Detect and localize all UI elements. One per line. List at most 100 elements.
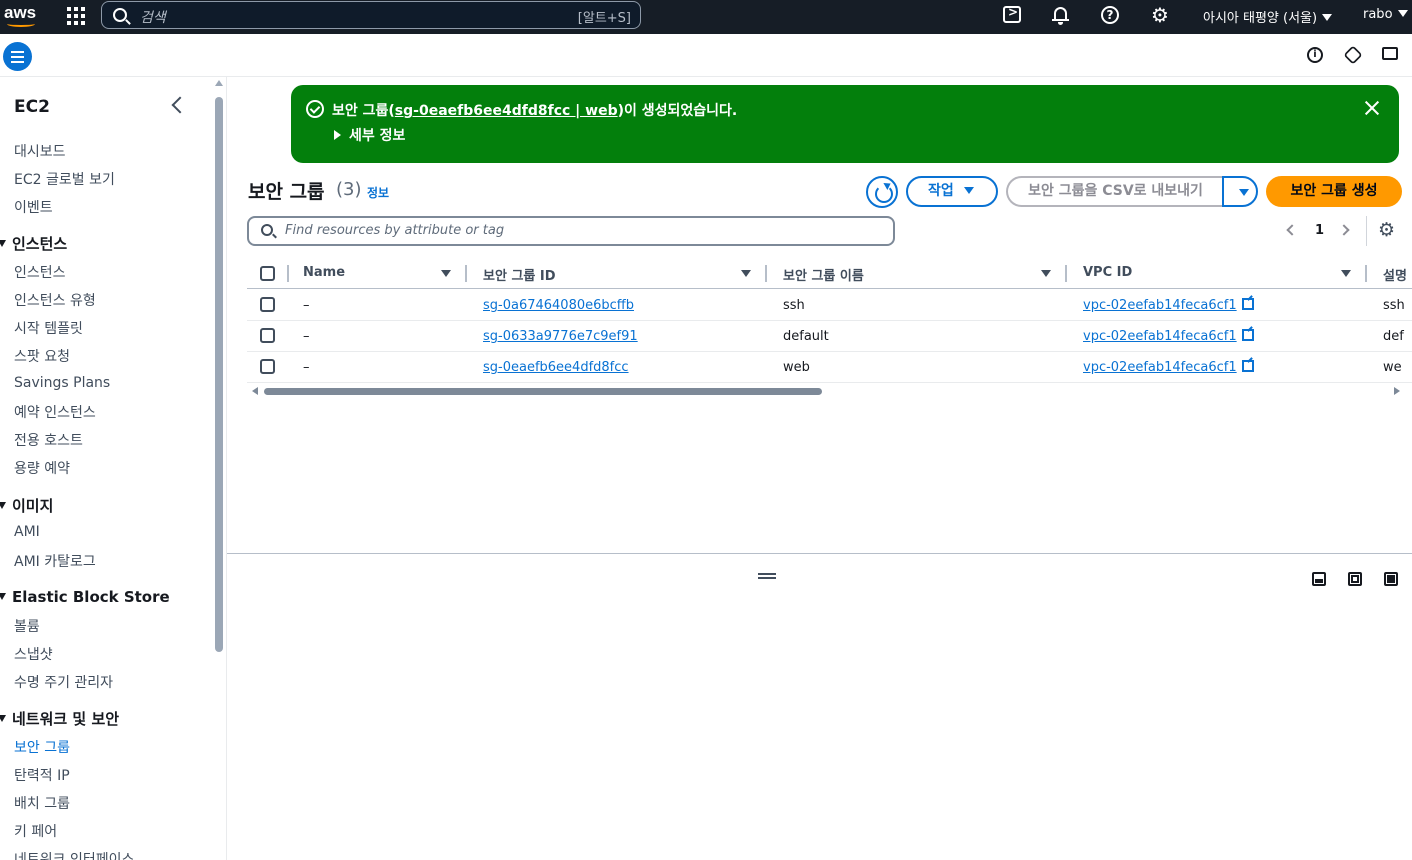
- sidebar-item[interactable]: 인스턴스: [14, 262, 66, 282]
- sidebar-scroll-thumb[interactable]: [215, 97, 223, 652]
- scroll-up-arrow-icon[interactable]: [215, 80, 223, 86]
- cell-vpc-id[interactable]: vpc-02eefab14feca6cf1: [1083, 360, 1254, 375]
- sidebar-item[interactable]: 전용 호스트: [14, 430, 83, 450]
- sidebar-item[interactable]: AMI: [14, 524, 40, 540]
- pager-divider: [1366, 216, 1367, 246]
- account-menu[interactable]: rabo: [1363, 7, 1408, 22]
- sidebar-item[interactable]: 이벤트: [14, 197, 53, 217]
- cell-sg-id-link[interactable]: sg-0eaefb6ee4dfd8fcc: [483, 360, 629, 375]
- panel-maximize-icon[interactable]: [1384, 572, 1398, 586]
- column-separator[interactable]: [1365, 265, 1367, 282]
- sidebar-section-header[interactable]: 네트워크 및 보안: [0, 708, 119, 729]
- sidebar-item[interactable]: 키 페어: [14, 821, 57, 841]
- scroll-left-arrow-icon[interactable]: [252, 387, 258, 395]
- sidebar-item[interactable]: 배치 그룹: [14, 793, 70, 813]
- sort-caret-icon[interactable]: [1041, 270, 1051, 277]
- sidebar-item[interactable]: 스팟 요청: [14, 346, 70, 366]
- refresh-button[interactable]: [866, 176, 898, 208]
- table-row[interactable]: – sg-0633a9776e7c9ef91 default vpc-02eefab1…: [247, 321, 1412, 352]
- row-checkbox[interactable]: [260, 359, 275, 374]
- info-link[interactable]: 정보: [367, 184, 389, 201]
- current-page-number[interactable]: 1: [1315, 223, 1324, 238]
- collapse-sidebar-icon[interactable]: [171, 96, 189, 114]
- split-panel-resize-handle[interactable]: [758, 573, 776, 579]
- sidebar-item[interactable]: 시작 템플릿: [14, 318, 83, 338]
- column-header-name[interactable]: Name: [303, 265, 345, 280]
- table-scroll-thumb[interactable]: [264, 388, 822, 395]
- region-selector[interactable]: 아시아 태평양 (서울): [1203, 7, 1333, 26]
- notifications-bell-icon[interactable]: [1051, 6, 1071, 26]
- sidebar-item[interactable]: Savings Plans: [14, 375, 110, 391]
- table-row[interactable]: – sg-0eaefb6ee4dfd8fcc web vpc-02eefab14fec…: [247, 352, 1412, 383]
- table-row[interactable]: – sg-0a67464080e6bcffb ssh vpc-02eefab14fec…: [247, 290, 1412, 321]
- cell-vpc-id[interactable]: vpc-02eefab14feca6cf1: [1083, 329, 1254, 344]
- column-separator[interactable]: [465, 265, 467, 282]
- search-shortcut: [알트+S]: [577, 11, 631, 26]
- create-security-group-button[interactable]: 보안 그룹 생성: [1266, 176, 1402, 207]
- actions-dropdown-button[interactable]: 작업: [906, 176, 998, 207]
- column-header-sg-id[interactable]: 보안 그룹 ID: [483, 265, 556, 284]
- sidebar-item[interactable]: 인스턴스 유형: [14, 290, 96, 310]
- export-csv-dropdown-button[interactable]: [1222, 176, 1258, 207]
- aws-logo[interactable]: aws: [4, 2, 38, 30]
- sidebar-item[interactable]: 예약 인스턴스: [14, 402, 96, 422]
- next-page-icon[interactable]: [1338, 224, 1350, 236]
- info-panel-icon[interactable]: i: [1307, 47, 1323, 63]
- sidebar-section-label: Elastic Block Store: [12, 588, 170, 606]
- sort-caret-icon[interactable]: [441, 270, 451, 277]
- sidebar-item[interactable]: 탄력적 IP: [14, 765, 70, 785]
- sidebar-item[interactable]: 볼륨: [14, 616, 40, 636]
- flash-details-toggle[interactable]: 세부 정보: [334, 125, 405, 145]
- panel-side-position-icon[interactable]: [1348, 572, 1362, 586]
- panel-bottom-position-icon[interactable]: [1312, 572, 1326, 586]
- sidebar-item[interactable]: 수명 주기 관리자: [14, 672, 113, 692]
- global-search-input[interactable]: 검색 [알트+S]: [101, 1, 641, 29]
- select-all-checkbox[interactable]: [260, 266, 275, 281]
- cell-sg-id-link[interactable]: sg-0a67464080e6bcffb: [483, 298, 634, 313]
- table-preferences-gear-icon[interactable]: ⚙: [1378, 220, 1395, 240]
- column-header-description[interactable]: 설명: [1383, 265, 1407, 284]
- cell-sg-name: default: [783, 329, 829, 344]
- export-csv-button[interactable]: 보안 그룹을 CSV로 내보내기: [1006, 176, 1223, 207]
- row-checkbox[interactable]: [260, 328, 275, 343]
- help-icon[interactable]: ?: [1101, 6, 1119, 24]
- row-checkbox[interactable]: [260, 297, 275, 312]
- cell-name: –: [303, 360, 310, 375]
- side-nav-toggle-button[interactable]: [3, 42, 32, 71]
- resource-filter-input[interactable]: Find resources by attribute or tag: [247, 216, 895, 246]
- cell-vpc-id[interactable]: vpc-02eefab14feca6cf1: [1083, 298, 1254, 313]
- sidebar-section-header[interactable]: 인스턴스: [0, 233, 67, 254]
- sidebar-item[interactable]: 네트워크 인터페이스: [14, 849, 134, 860]
- column-separator[interactable]: [765, 265, 767, 282]
- column-separator[interactable]: [1065, 265, 1067, 282]
- search-icon: [113, 8, 127, 22]
- sidebar-title: EC2: [14, 97, 50, 117]
- sidebar-section-header[interactable]: Elastic Block Store: [0, 588, 170, 606]
- cloudshell-icon[interactable]: [1003, 5, 1021, 23]
- sidebar-item-active[interactable]: 보안 그룹: [14, 737, 70, 757]
- flash-security-group-link[interactable]: sg-0eaefb6ee4dfd8fcc | web: [395, 103, 618, 119]
- settings-gear-icon[interactable]: ⚙: [1151, 5, 1171, 25]
- previous-page-icon[interactable]: [1286, 224, 1298, 236]
- cell-sg-id-link[interactable]: sg-0633a9776e7c9ef91: [483, 329, 638, 344]
- sidebar-item[interactable]: EC2 글로벌 보기: [14, 169, 115, 189]
- sidebar-item[interactable]: AMI 카탈로그: [14, 551, 96, 571]
- close-icon[interactable]: [1363, 99, 1381, 117]
- table-horizontal-scrollbar[interactable]: [252, 386, 1400, 397]
- flash-details-label: 세부 정보: [349, 128, 406, 144]
- vpc-id-link[interactable]: vpc-02eefab14feca6cf1: [1083, 298, 1237, 313]
- screen-share-icon[interactable]: [1382, 47, 1398, 60]
- vpc-id-link[interactable]: vpc-02eefab14feca6cf1: [1083, 360, 1237, 375]
- sort-caret-icon[interactable]: [1341, 270, 1351, 277]
- vpc-id-link[interactable]: vpc-02eefab14feca6cf1: [1083, 329, 1237, 344]
- sidebar-item[interactable]: 대시보드: [14, 141, 66, 161]
- sort-caret-icon[interactable]: [741, 270, 751, 277]
- column-header-vpc-id[interactable]: VPC ID: [1083, 265, 1132, 280]
- column-header-sg-name[interactable]: 보안 그룹 이름: [783, 265, 864, 284]
- services-grid-icon[interactable]: [67, 7, 85, 25]
- sidebar-item[interactable]: 스냅샷: [14, 644, 53, 664]
- scroll-right-arrow-icon[interactable]: [1394, 387, 1400, 395]
- sidebar-item[interactable]: 용량 예약: [14, 458, 70, 478]
- resource-hex-icon[interactable]: [1343, 45, 1363, 65]
- sidebar-section-header[interactable]: 이미지: [0, 495, 53, 516]
